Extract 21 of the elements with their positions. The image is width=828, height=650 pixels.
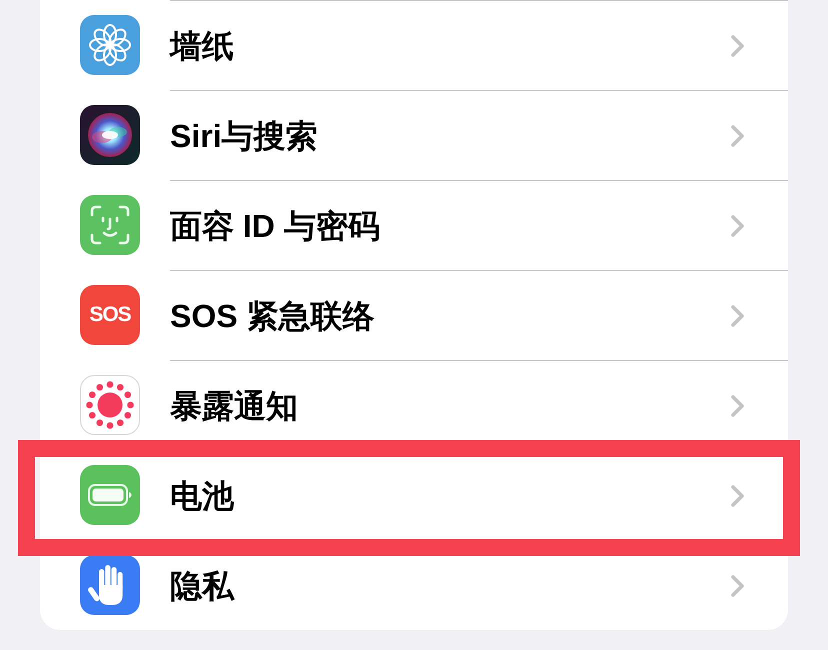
settings-item-label[interactable]: 电池 [170, 478, 234, 514]
sos-icon: SOS [80, 285, 140, 345]
chevron-icon [730, 214, 745, 238]
settings-item-label[interactable]: 隐私 [170, 568, 234, 604]
settings-item-label[interactable]: Siri与搜索 [170, 118, 318, 154]
flower-icon [80, 15, 140, 75]
settings-item-label[interactable]: 墙纸 [170, 28, 234, 64]
chevron-icon [730, 394, 745, 418]
settings-item-label[interactable]: 面容 ID 与密码 [170, 208, 380, 244]
dot-ring-icon [80, 375, 140, 435]
settings-item-label[interactable]: SOS 紧急联络 [170, 298, 374, 334]
chevron-icon [730, 124, 745, 148]
orb-icon [80, 105, 140, 165]
hand-icon [80, 555, 140, 615]
chevron-icon [730, 34, 745, 58]
battery-icon [80, 465, 140, 525]
chevron-icon [730, 574, 745, 598]
chevron-icon [730, 484, 745, 508]
face-icon [80, 195, 140, 255]
chevron-icon [730, 304, 745, 328]
settings-item-label[interactable]: 暴露通知 [170, 388, 298, 424]
